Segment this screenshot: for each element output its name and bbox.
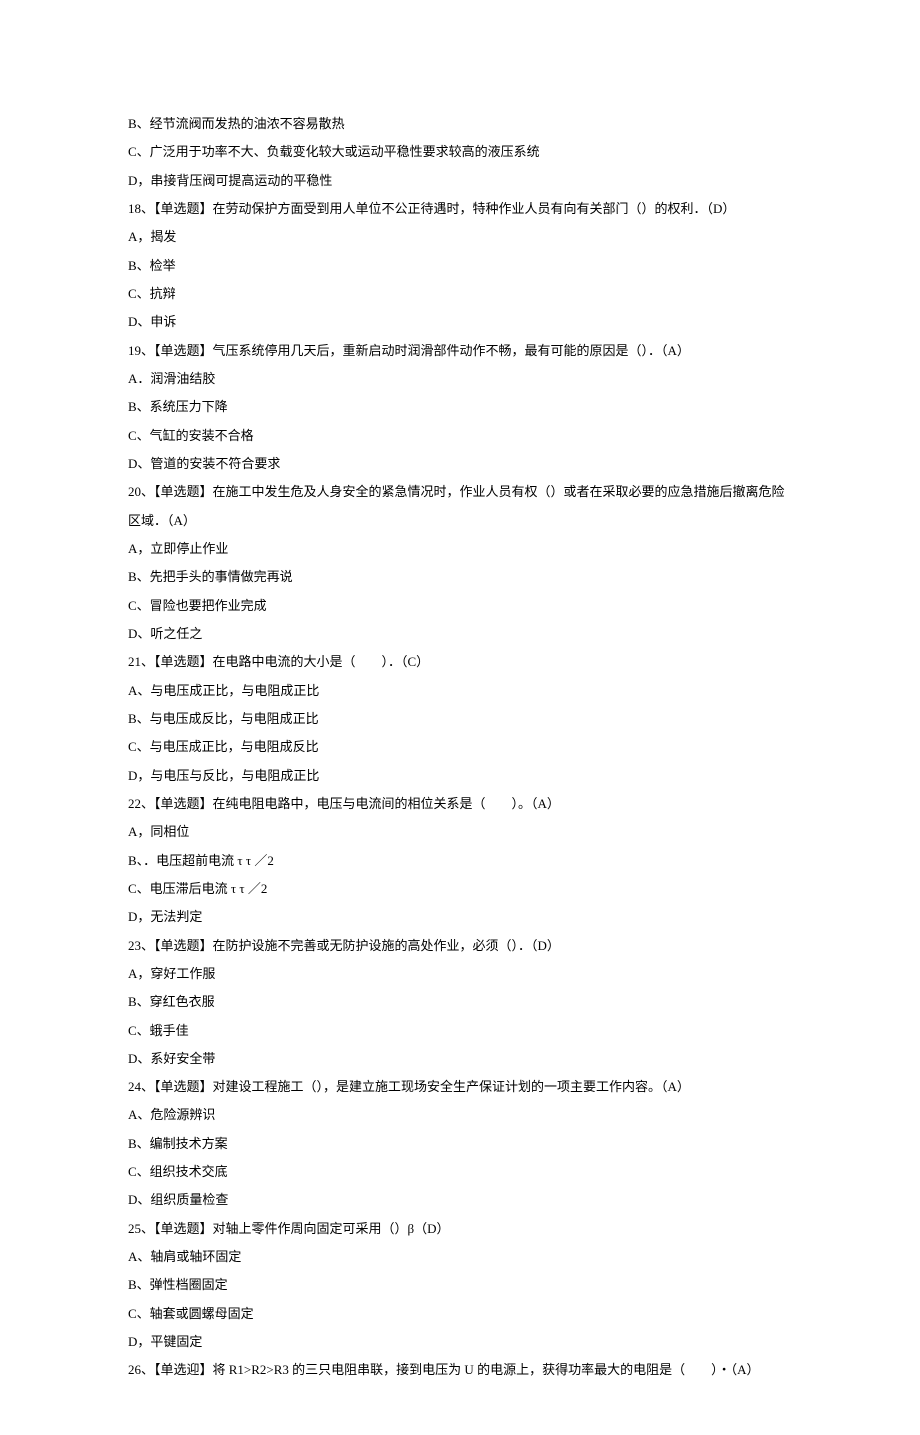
text-line: 24、【单选题】对建设工程施工（），是建立施工现场安全生产保证计划的一项主要工作… [128,1073,792,1101]
text-line: B、穿红色衣服 [128,988,792,1016]
text-line: D、管道的安装不符合要求 [128,450,792,478]
text-line: B、经节流阀而发热的油浓不容易散热 [128,110,792,138]
text-line: 18、【单选题】在劳动保护方面受到用人单位不公正待遇时，特种作业人员有向有关部门… [128,195,792,223]
text-line: D、申诉 [128,308,792,336]
text-line: A、与电压成正比，与电阻成正比 [128,677,792,705]
text-line: D、系好安全带 [128,1045,792,1073]
text-line: B、弹性档圈固定 [128,1271,792,1299]
text-line: B、．电压超前电流 τ τ ／2 [128,847,792,875]
text-line: B、编制技术方案 [128,1130,792,1158]
text-line: D，平键固定 [128,1328,792,1356]
text-line: A、轴肩或轴环固定 [128,1243,792,1271]
text-line: D，与电压与反比，与电阻成正比 [128,762,792,790]
text-line: C、广泛用于功率不大、负载变化较大或运动平稳性要求较高的液压系统 [128,138,792,166]
text-line: C、轴套或圆螺母固定 [128,1300,792,1328]
text-line: 21、【单选题】在电路中电流的大小是（ ）．（C） [128,648,792,676]
text-line: 19、【单选题】气压系统停用几天后，重新启动时润滑部件动作不畅，最有可能的原因是… [128,337,792,365]
text-line: A、危险源辨识 [128,1101,792,1129]
text-line: A，同相位 [128,818,792,846]
text-line: 20、【单选题】在施工中发生危及人身安全的紧急情况时，作业人员有权（）或者在采取… [128,478,792,535]
text-line: D、听之任之 [128,620,792,648]
text-line: C、冒险也要把作业完成 [128,592,792,620]
text-line: B、先把手头的事情做完再说 [128,563,792,591]
text-line: A．润滑油结胶 [128,365,792,393]
text-line: B、检举 [128,252,792,280]
text-line: C、与电压成正比，与电阻成反比 [128,733,792,761]
text-line: 23、【单选题】在防护设施不完善或无防护设施的高处作业，必须（）．（D） [128,932,792,960]
text-line: B、系统压力下降 [128,393,792,421]
text-line: D、组织质量检查 [128,1186,792,1214]
text-line: D，无法判定 [128,903,792,931]
text-line: C、气缸的安装不合格 [128,422,792,450]
text-line: C、电压滞后电流 τ τ ／2 [128,875,792,903]
text-line: A，立即停止作业 [128,535,792,563]
text-line: 25、【单选题】对轴上零件作周向固定可采用（）β（D） [128,1215,792,1243]
text-line: 22、【单选题】在纯电阻电路中，电压与电流间的相位关系是（ ）。（A） [128,790,792,818]
text-line: A，穿好工作服 [128,960,792,988]
text-line: C、组织技术交底 [128,1158,792,1186]
text-line: B、与电压成反比，与电阻成正比 [128,705,792,733]
text-line: C、蛾手佳 [128,1017,792,1045]
text-line: C、抗辩 [128,280,792,308]
text-line: D，串接背压阀可提高运动的平稳性 [128,167,792,195]
text-line: 26、【单选迎】将 R1>R2>R3 的三只电阻串联，接到电压为 U 的电源上，… [128,1356,792,1384]
document-page: B、经节流阀而发热的油浓不容易散热 C、广泛用于功率不大、负载变化较大或运动平稳… [0,0,920,1435]
text-line: A，揭发 [128,223,792,251]
